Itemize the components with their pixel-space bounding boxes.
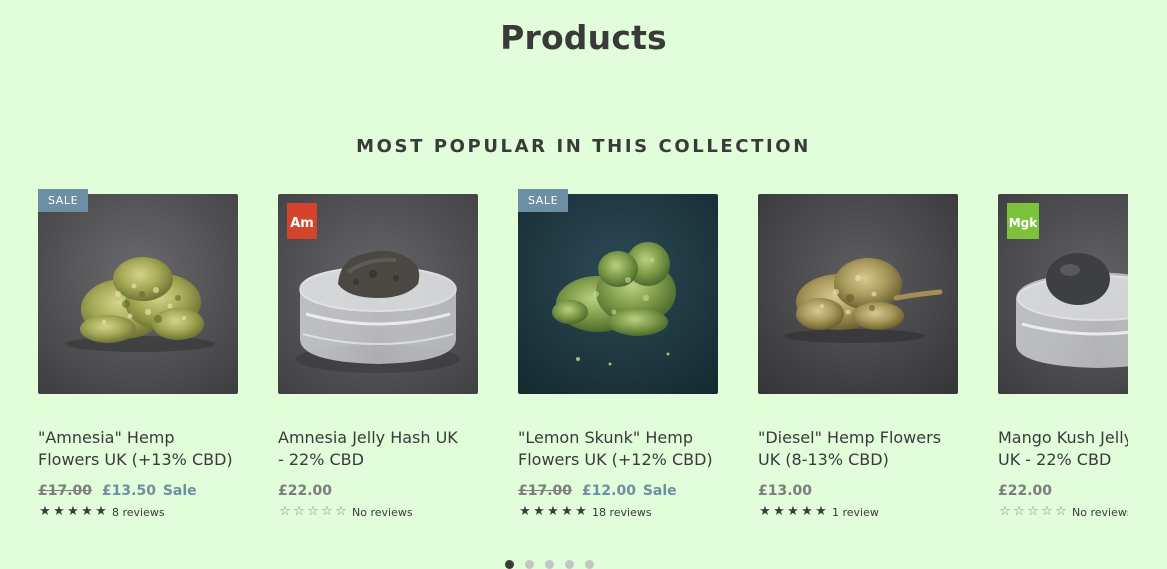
sale-badge: SALE (38, 189, 89, 212)
star-filled-icon: ★ (773, 504, 785, 519)
star-filled-icon: ★ (801, 504, 813, 519)
product-image[interactable] (758, 194, 958, 394)
compare-price: £17.00 (38, 483, 93, 499)
product-title-line: - 22% CBD (278, 450, 364, 469)
product-price: £22.00 (278, 483, 332, 499)
hemp-flower-bud-icon (518, 194, 718, 394)
product-card[interactable]: Am Amnesia Jelly Hash UK - 22% CBD £22.0… (278, 186, 488, 531)
compare-price: £17.00 (518, 483, 573, 499)
carousel-pagination (0, 560, 1167, 569)
product-rating[interactable]: ★ ★ ★ ★ ★ 18 reviews (518, 505, 652, 519)
page-title: Products (500, 18, 667, 57)
hemp-flower-bud-icon (38, 194, 238, 394)
product-card[interactable]: "Diesel" Hemp Flowers UK (8-13% CBD) £13… (758, 186, 968, 531)
product-rating[interactable]: ☆ ☆ ☆ ☆ ☆ No reviews (998, 505, 1128, 519)
carousel-dot-2[interactable] (525, 560, 534, 569)
product-rating[interactable]: ★ ★ ★ ★ ★ 1 review (758, 505, 879, 519)
carousel-dot-3[interactable] (545, 560, 554, 569)
sale-label: Sale (162, 483, 197, 499)
product-image[interactable]: Am (278, 194, 478, 394)
regular-price: £13.00 (758, 483, 813, 499)
sale-label: Sale (642, 483, 677, 499)
product-title[interactable]: "Diesel" Hemp Flowers UK (8-13% CBD) (758, 427, 988, 471)
product-title[interactable]: Mango Kush Jelly Hash UK - 22% CBD (998, 427, 1128, 471)
review-count: No reviews (1072, 505, 1128, 519)
star-empty-icon: ☆ (279, 504, 291, 519)
star-filled-icon: ★ (533, 504, 545, 519)
star-rating: ★ ★ ★ ★ ★ (38, 505, 108, 519)
hash-jar-icon: Am (278, 194, 478, 394)
star-empty-icon: ☆ (1055, 504, 1067, 519)
product-price: £17.00 £12.00 Sale (518, 483, 677, 499)
product-image[interactable]: Mgk (998, 194, 1128, 394)
product-title-line: Flowers UK (+13% CBD) (38, 450, 233, 469)
review-count: 8 reviews (112, 505, 165, 519)
section-heading: MOST POPULAR IN THIS COLLECTION (356, 136, 811, 157)
star-empty-icon: ☆ (335, 504, 347, 519)
product-title[interactable]: "Amnesia" Hemp Flowers UK (+13% CBD) (38, 427, 268, 471)
review-count: No reviews (352, 505, 413, 519)
jar-label-text: Mgk (1009, 216, 1039, 230)
product-card[interactable]: SALE (38, 186, 248, 531)
star-empty-icon: ☆ (1013, 504, 1025, 519)
star-empty-icon: ☆ (1041, 504, 1053, 519)
product-card[interactable]: SALE (518, 186, 728, 531)
star-empty-icon: ☆ (1027, 504, 1039, 519)
product-title[interactable]: Amnesia Jelly Hash UK - 22% CBD (278, 427, 508, 471)
product-price: £13.00 (758, 483, 812, 499)
star-filled-icon: ★ (39, 504, 51, 519)
product-title-line: "Lemon Skunk" Hemp (518, 428, 693, 447)
hemp-flower-bud-icon (758, 194, 958, 394)
star-filled-icon: ★ (787, 504, 799, 519)
star-filled-icon: ★ (53, 504, 65, 519)
carousel-dot-4[interactable] (565, 560, 574, 569)
product-image[interactable] (518, 194, 718, 394)
review-count: 18 reviews (592, 505, 652, 519)
jar-label-text: Am (290, 216, 314, 231)
star-filled-icon: ★ (67, 504, 79, 519)
star-empty-icon: ☆ (999, 504, 1011, 519)
product-price: £22.00 (998, 483, 1052, 499)
product-title-line: UK (8-13% CBD) (758, 450, 889, 469)
product-rating[interactable]: ☆ ☆ ☆ ☆ ☆ No reviews (278, 505, 413, 519)
product-title[interactable]: "Lemon Skunk" Hemp Flowers UK (+12% CBD) (518, 427, 748, 471)
star-filled-icon: ★ (815, 504, 827, 519)
star-filled-icon: ★ (547, 504, 559, 519)
regular-price: £22.00 (278, 483, 333, 499)
hash-jar-icon: Mgk (998, 194, 1128, 394)
star-filled-icon: ★ (575, 504, 587, 519)
star-empty-icon: ☆ (321, 504, 333, 519)
star-empty-icon: ☆ (307, 504, 319, 519)
sale-price: £12.00 (581, 483, 636, 499)
star-filled-icon: ★ (519, 504, 531, 519)
star-filled-icon: ★ (95, 504, 107, 519)
product-rating[interactable]: ★ ★ ★ ★ ★ 8 reviews (38, 505, 165, 519)
star-empty-icon: ☆ (293, 504, 305, 519)
product-title-line: "Diesel" Hemp Flowers (758, 428, 942, 447)
star-rating: ☆ ☆ ☆ ☆ ☆ (998, 505, 1068, 519)
star-filled-icon: ★ (759, 504, 771, 519)
product-title-line: "Amnesia" Hemp (38, 428, 175, 447)
product-title-line: Flowers UK (+12% CBD) (518, 450, 713, 469)
star-filled-icon: ★ (81, 504, 93, 519)
review-count: 1 review (832, 505, 879, 519)
product-title-line: Amnesia Jelly Hash UK (278, 428, 458, 447)
product-title-line: UK - 22% CBD (998, 450, 1112, 469)
carousel-dot-1[interactable] (505, 560, 514, 569)
star-filled-icon: ★ (561, 504, 573, 519)
star-rating: ★ ★ ★ ★ ★ (758, 505, 828, 519)
star-rating: ☆ ☆ ☆ ☆ ☆ (278, 505, 348, 519)
star-rating: ★ ★ ★ ★ ★ (518, 505, 588, 519)
product-card[interactable]: Mgk Mango Kush Jelly Hash UK - 22% CBD £… (998, 186, 1128, 531)
product-carousel[interactable]: SALE "Amnesia" Hemp Flowers UK (+13% CBD… (38, 186, 1128, 531)
sale-badge: SALE (518, 189, 569, 212)
product-price: £17.00 £13.50 Sale (38, 483, 197, 499)
product-title-line: Mango Kush Jelly Hash (998, 428, 1128, 447)
sale-price: £13.50 (101, 483, 156, 499)
regular-price: £22.00 (998, 483, 1053, 499)
carousel-dot-5[interactable] (585, 560, 594, 569)
product-image[interactable] (38, 194, 238, 394)
